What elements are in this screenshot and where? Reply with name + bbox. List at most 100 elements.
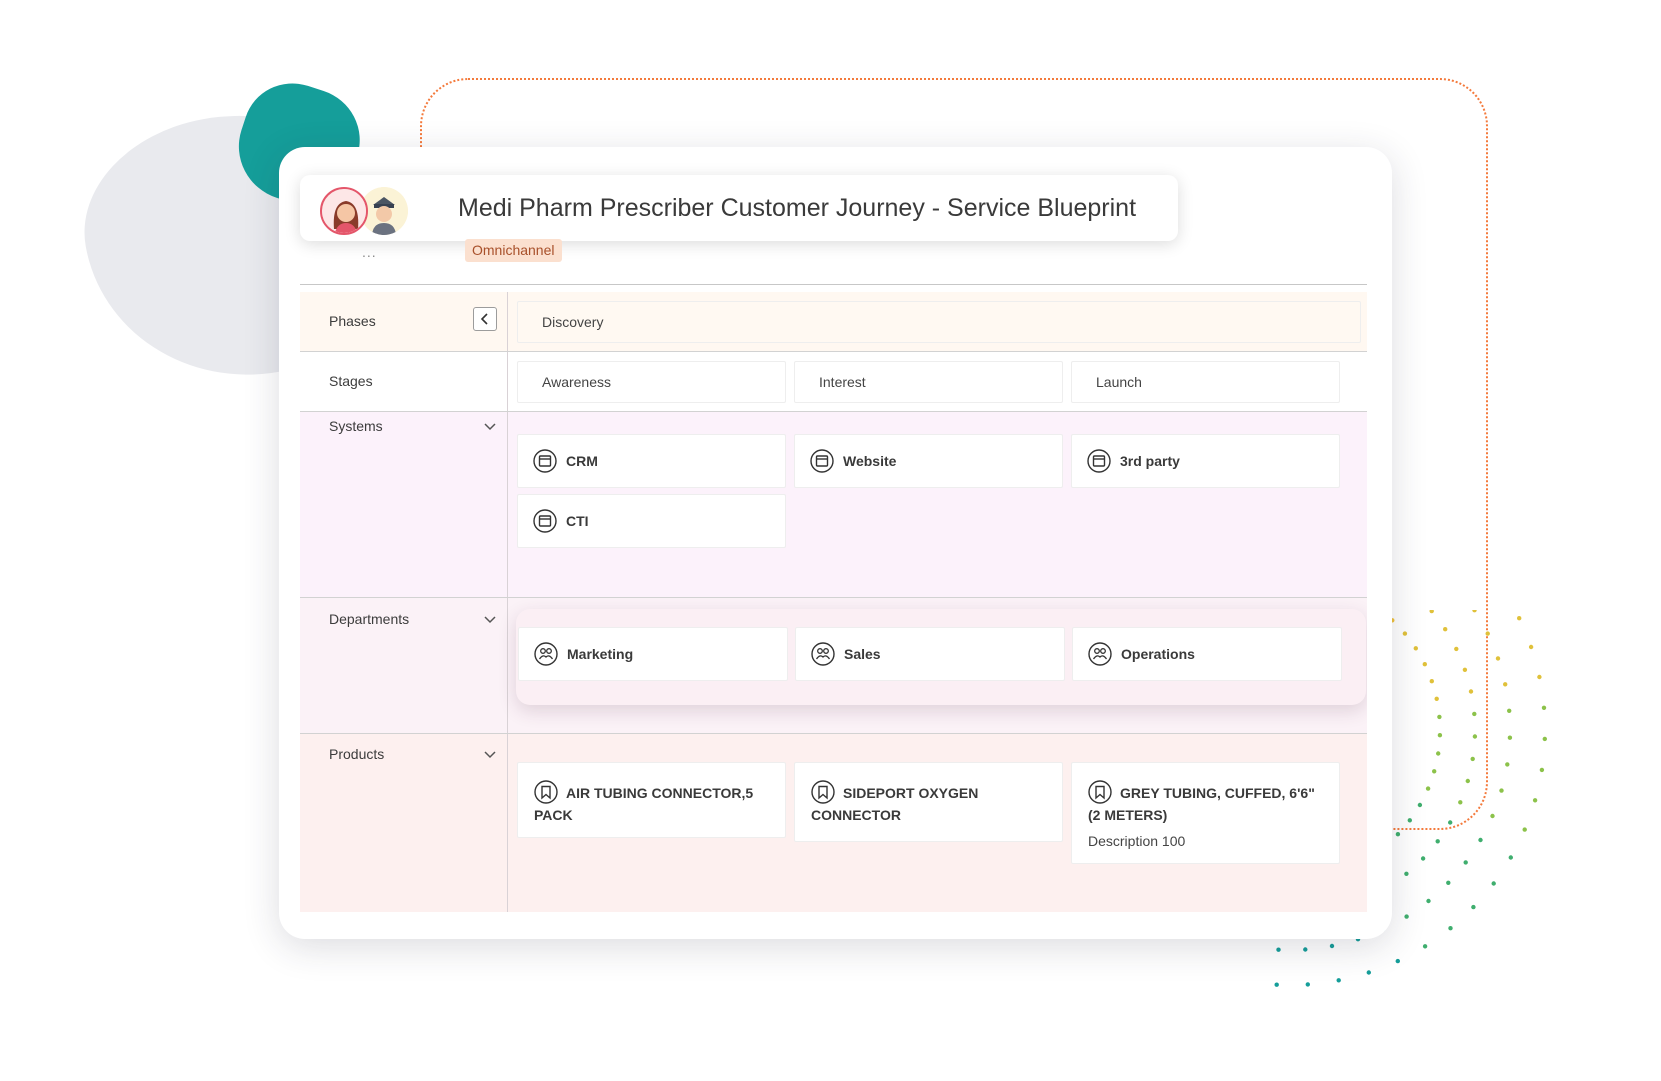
decorative-dot bbox=[1465, 778, 1470, 784]
decorative-dot bbox=[1422, 944, 1428, 949]
decorative-dot bbox=[1507, 735, 1513, 740]
decorative-dot bbox=[1404, 914, 1409, 919]
row-label: Stages bbox=[329, 373, 373, 389]
decorative-dot bbox=[1434, 696, 1439, 701]
decorative-dot bbox=[1532, 798, 1538, 803]
decorative-dot bbox=[1537, 674, 1542, 680]
product-name-line2: (2 METERS) bbox=[1088, 807, 1168, 823]
row-label: Departments bbox=[329, 611, 410, 627]
decorative-dot bbox=[1432, 769, 1437, 774]
product-item-name: AIR TUBING CONNECTOR,5 PACK bbox=[534, 780, 753, 826]
decorative-dot bbox=[1517, 616, 1522, 621]
departments-label-cell: Departments bbox=[300, 598, 508, 733]
decorative-dot bbox=[1462, 667, 1468, 672]
department-item-sales[interactable]: Sales bbox=[795, 627, 1065, 681]
decorative-dot bbox=[1478, 837, 1483, 843]
persona-avatars[interactable] bbox=[320, 187, 412, 235]
decorative-dot bbox=[1446, 880, 1451, 885]
row-label: Products bbox=[329, 746, 385, 762]
decorative-dot bbox=[1522, 827, 1527, 832]
product-item-name: GREY TUBING, CUFFED, 6'6" (2 METERS) bbox=[1088, 780, 1315, 826]
decorative-dot bbox=[1458, 800, 1463, 805]
decorative-dot bbox=[1417, 802, 1423, 808]
system-item-crm[interactable]: CRM bbox=[517, 434, 786, 488]
product-name-line1: GREY TUBING, CUFFED, 6'6" bbox=[1120, 785, 1315, 801]
department-item-label: Marketing bbox=[567, 646, 634, 662]
products-label-cell: Products bbox=[300, 734, 508, 912]
decorative-dot bbox=[1366, 970, 1371, 975]
chevron-down-icon[interactable] bbox=[483, 748, 497, 762]
decorative-dot bbox=[1435, 839, 1440, 844]
department-item-label: Sales bbox=[844, 646, 881, 662]
chevron-down-icon[interactable] bbox=[483, 613, 497, 627]
row-label: Phases bbox=[329, 313, 376, 329]
system-item-website[interactable]: Website bbox=[794, 434, 1063, 488]
decorative-dot bbox=[1470, 756, 1475, 762]
decorative-dot bbox=[1425, 786, 1431, 791]
decorative-dot bbox=[1274, 982, 1279, 987]
people-group-icon bbox=[811, 642, 835, 666]
products-row: Products AIR TUBING CONNECTOR,5 PACK SID… bbox=[300, 734, 1367, 912]
system-item-label: CRM bbox=[566, 453, 598, 469]
decorative-dot bbox=[1454, 646, 1459, 652]
decorative-dot bbox=[1276, 947, 1281, 952]
decorative-dot bbox=[1395, 832, 1401, 837]
decorative-dot bbox=[1471, 904, 1476, 910]
more-options[interactable]: ... bbox=[362, 244, 377, 260]
product-name-line1: SIDEPORT OXYGEN bbox=[843, 785, 979, 801]
decorative-dot bbox=[1485, 631, 1490, 636]
decorative-dot bbox=[1443, 627, 1448, 632]
decorative-dot bbox=[1448, 820, 1453, 825]
persona-avatar-woman[interactable] bbox=[320, 187, 368, 235]
decorative-dot bbox=[1336, 978, 1341, 983]
decorative-dot bbox=[1413, 646, 1418, 651]
product-item-air-tubing[interactable]: AIR TUBING CONNECTOR,5 PACK bbox=[517, 762, 786, 838]
system-item-cti[interactable]: CTI bbox=[517, 494, 786, 548]
decorative-dot bbox=[1539, 767, 1545, 773]
stage-cell-launch[interactable]: Launch bbox=[1071, 361, 1340, 403]
decorative-dot bbox=[1448, 926, 1453, 931]
decorative-dot bbox=[1468, 689, 1474, 694]
stages-row: Stages Awareness Interest Launch bbox=[300, 352, 1367, 412]
system-item-label: CTI bbox=[566, 513, 589, 529]
system-item-3rd-party[interactable]: 3rd party bbox=[1071, 434, 1340, 488]
stages-label-cell: Stages bbox=[300, 352, 508, 411]
department-item-operations[interactable]: Operations bbox=[1072, 627, 1342, 681]
decorative-dot bbox=[1499, 788, 1504, 793]
decorative-dot bbox=[1395, 958, 1400, 964]
decorative-dot bbox=[1429, 610, 1434, 614]
stage-cell-interest[interactable]: Interest bbox=[794, 361, 1063, 403]
channel-tag: Omnichannel bbox=[465, 239, 562, 262]
decorative-dot bbox=[1528, 644, 1534, 650]
decorative-dot bbox=[1508, 855, 1513, 860]
decorative-dot bbox=[1505, 762, 1510, 767]
product-name-line1: AIR TUBING CONNECTOR,5 bbox=[566, 785, 754, 801]
bookmark-icon bbox=[1088, 780, 1112, 804]
browser-window-icon bbox=[1087, 449, 1111, 473]
decorative-dot bbox=[1463, 860, 1468, 865]
decorative-dot bbox=[1472, 711, 1477, 717]
bookmark-icon bbox=[534, 780, 558, 804]
divider bbox=[300, 284, 1367, 285]
collapse-button[interactable] bbox=[473, 307, 497, 331]
system-item-label: 3rd party bbox=[1120, 453, 1180, 469]
decorative-dot bbox=[1402, 631, 1408, 636]
product-item-grey-tubing[interactable]: GREY TUBING, CUFFED, 6'6" (2 METERS) Des… bbox=[1071, 762, 1340, 864]
product-item-sideport[interactable]: SIDEPORT OXYGEN CONNECTOR bbox=[794, 762, 1063, 842]
decorative-dot bbox=[1490, 813, 1495, 819]
decorative-dot bbox=[1329, 943, 1335, 949]
decorative-dot bbox=[1472, 734, 1478, 739]
decorative-dot bbox=[1429, 679, 1434, 684]
stage-cell-awareness[interactable]: Awareness bbox=[517, 361, 786, 403]
browser-window-icon bbox=[533, 449, 557, 473]
system-item-label: Website bbox=[843, 453, 897, 469]
decorative-dot bbox=[1404, 871, 1409, 876]
decorative-dot bbox=[1436, 751, 1441, 756]
phase-cell-discovery[interactable]: Discovery bbox=[517, 301, 1361, 343]
browser-window-icon bbox=[810, 449, 834, 473]
product-description: Description 100 bbox=[1088, 833, 1186, 849]
decorative-dot bbox=[1491, 881, 1496, 886]
chevron-down-icon[interactable] bbox=[483, 420, 497, 434]
department-item-marketing[interactable]: Marketing bbox=[518, 627, 788, 681]
department-item-label: Operations bbox=[1121, 646, 1195, 662]
